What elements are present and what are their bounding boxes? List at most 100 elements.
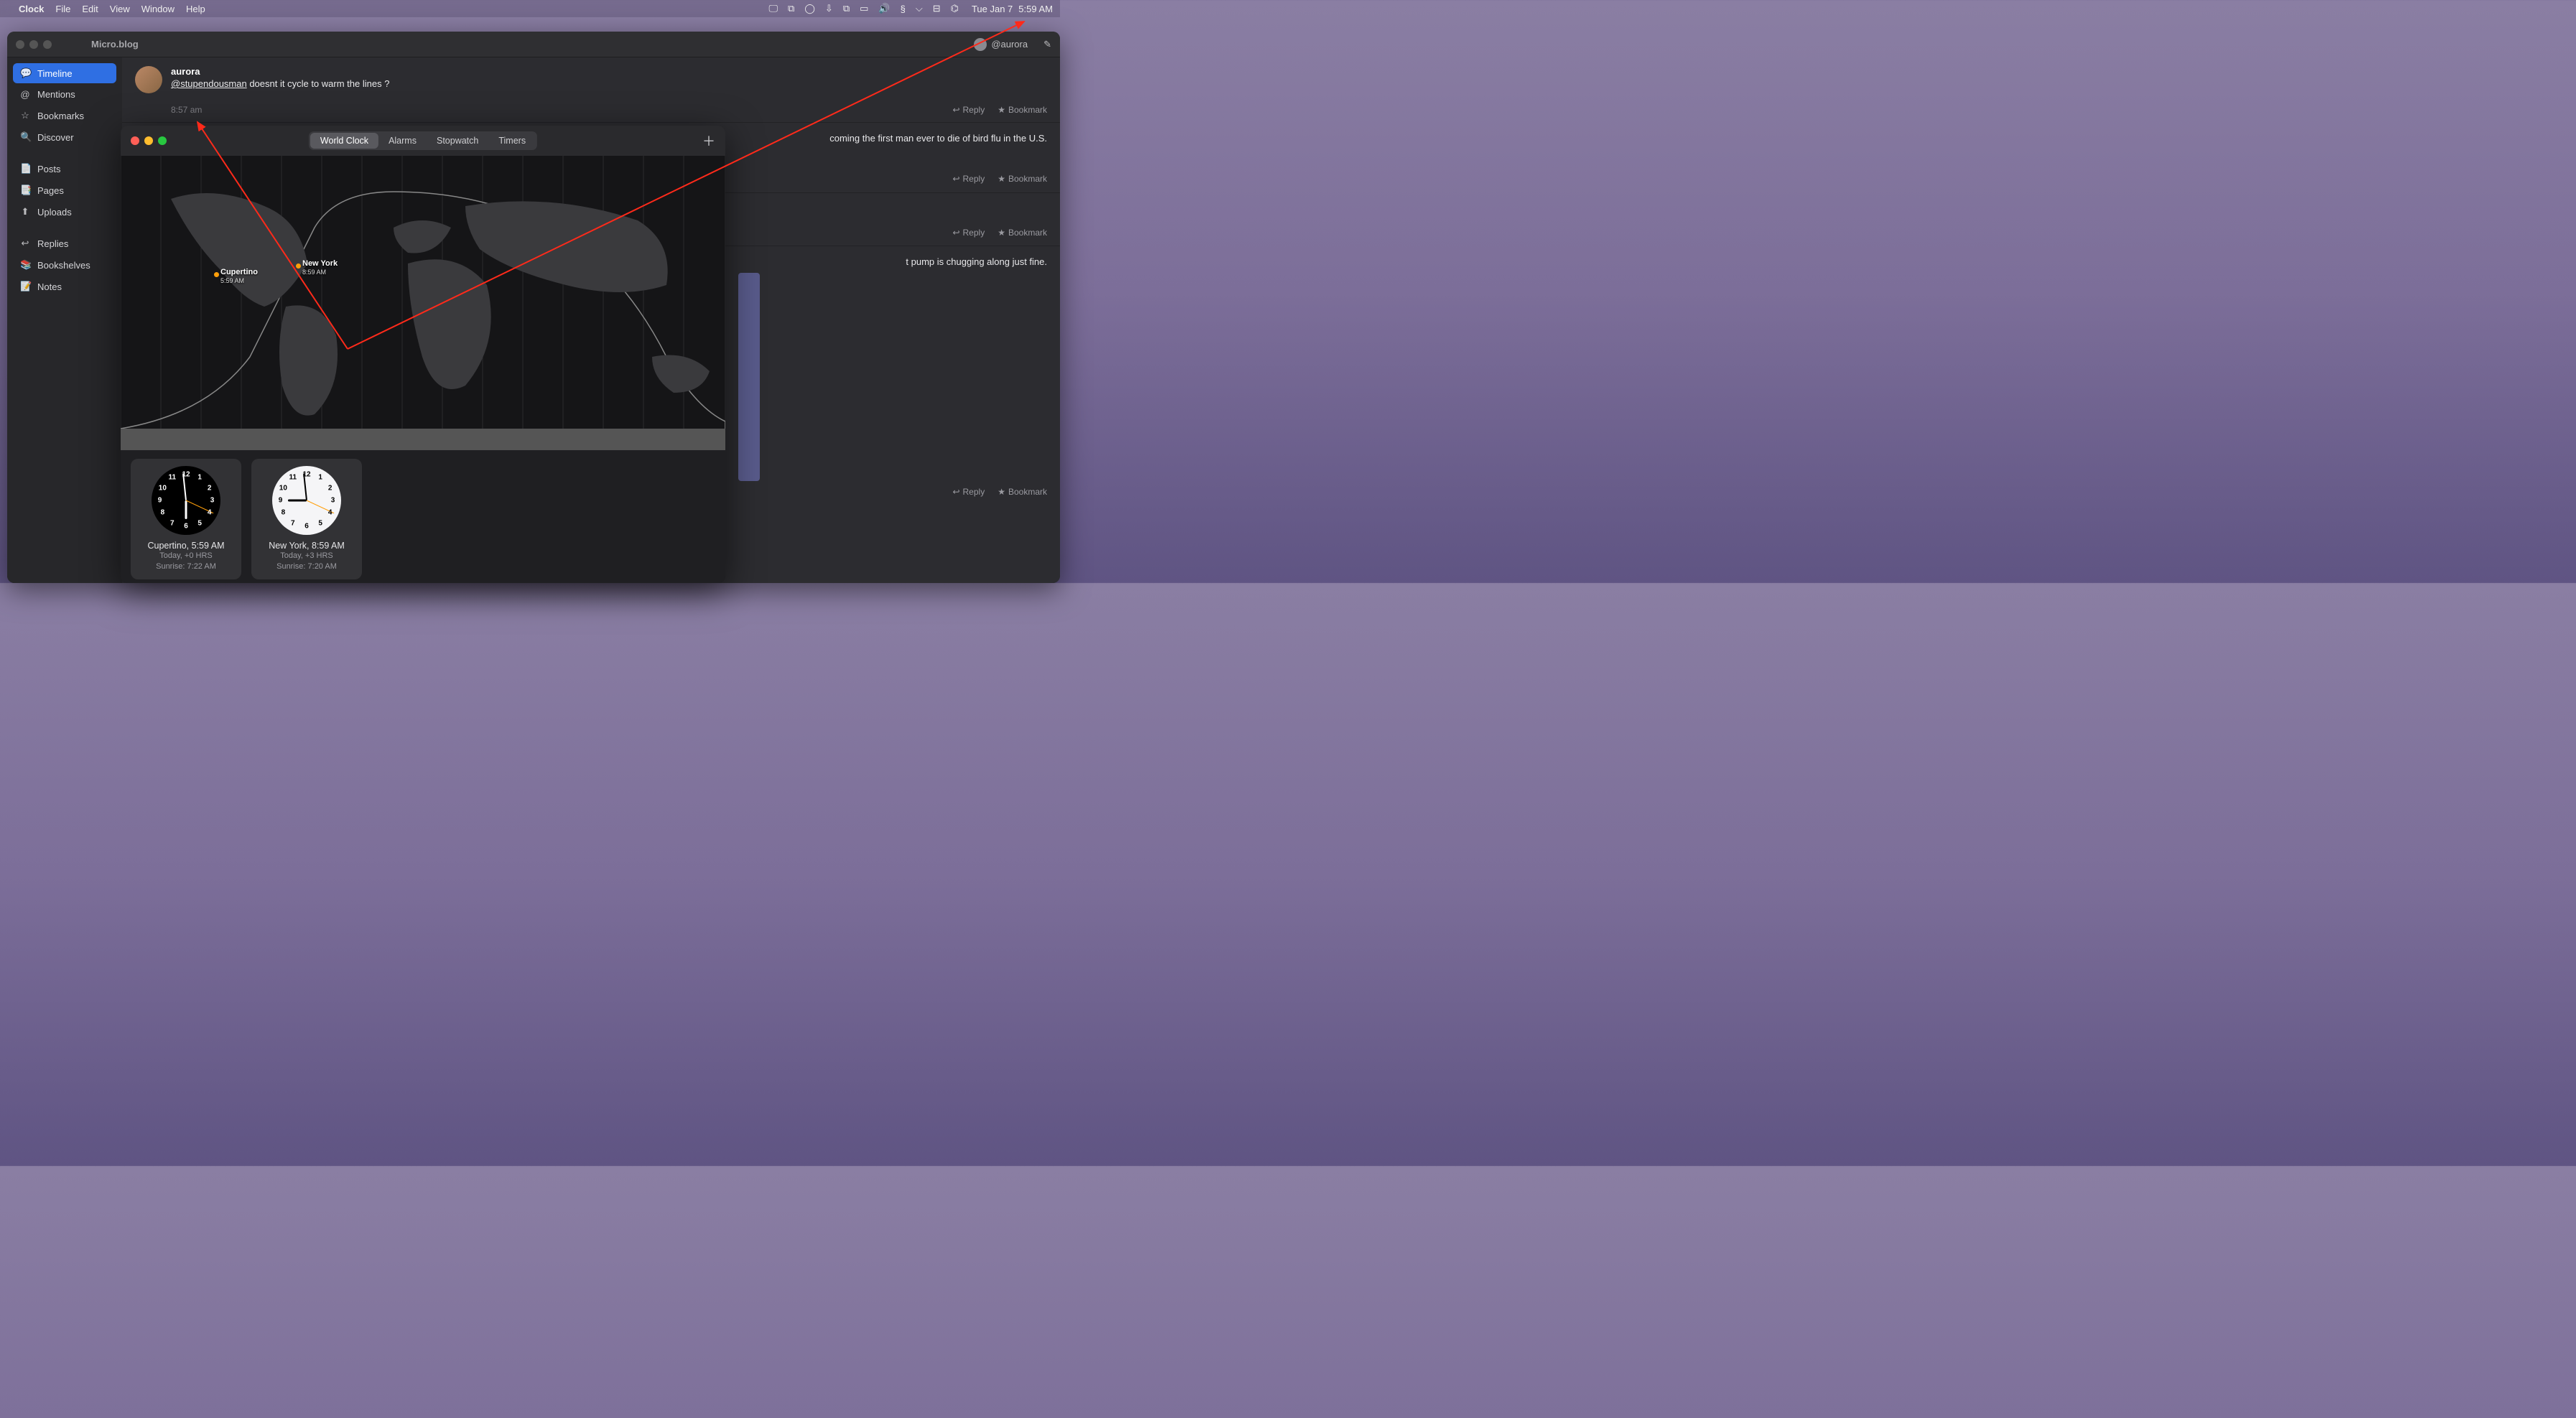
close-button[interactable] xyxy=(16,40,24,49)
clock-card-new-york[interactable]: 12 1 2 3 4 5 6 7 8 9 10 11 New York, 8:5… xyxy=(251,459,362,579)
clock-titlebar: World Clock Alarms Stopwatch Timers ＋ xyxy=(121,126,725,156)
microblog-sidebar: 💬 Timeline @ Mentions ☆ Bookmarks 🔍 Disc… xyxy=(7,57,122,583)
clock-face: 12 1 2 3 4 5 6 7 8 9 10 11 xyxy=(152,466,220,535)
notes-icon: 📝 xyxy=(20,281,30,292)
clock-card-sunrise: Sunrise: 7:22 AM xyxy=(156,561,216,572)
sidebar-label: Timeline xyxy=(37,68,73,79)
menubar-date[interactable]: Tue Jan 7 xyxy=(972,4,1013,14)
sidebar-item-bookmarks[interactable]: ☆ Bookmarks xyxy=(13,106,116,126)
menu-help[interactable]: Help xyxy=(186,4,205,14)
reply-button[interactable]: ↩Reply xyxy=(952,105,985,115)
clock-card-cupertino[interactable]: 12 1 2 3 4 5 6 7 8 9 10 11 Cupertino, 5:… xyxy=(131,459,241,579)
post-mention[interactable]: @stupendousman xyxy=(171,78,247,89)
bookmark-button[interactable]: ★Bookmark xyxy=(998,174,1047,184)
screen-icon[interactable]: 🖵 xyxy=(769,3,778,14)
clock-card-title: Cupertino, 5:59 AM xyxy=(147,541,224,551)
sidebar-label: Discover xyxy=(37,132,74,143)
sidebar-item-pages[interactable]: 📑 Pages xyxy=(13,180,116,200)
post: aurora @stupendousman doesnt it cycle to… xyxy=(122,57,1060,123)
bookmarks-icon: ☆ xyxy=(20,110,30,121)
uploads-icon: ⬆ xyxy=(20,206,30,218)
macos-menubar: Clock File Edit View Window Help 🖵 ⧉ ◯ ⇩… xyxy=(0,0,1060,17)
microblog-title: Micro.blog xyxy=(91,39,139,50)
clock-tabs: World Clock Alarms Stopwatch Timers xyxy=(309,131,537,150)
star-icon: ★ xyxy=(998,487,1005,497)
mirror-icon[interactable]: ⧉ xyxy=(843,3,850,14)
volume-icon[interactable]: 🔊 xyxy=(878,3,890,14)
post-body: @stupendousman doesnt it cycle to warm t… xyxy=(171,78,1047,89)
spotlight-icon[interactable]: ⊟ xyxy=(933,3,941,14)
sidebar-item-replies[interactable]: ↩ Replies xyxy=(13,233,116,253)
menu-file[interactable]: File xyxy=(55,4,70,14)
sidebar-item-discover[interactable]: 🔍 Discover xyxy=(13,127,116,147)
sidebar-label: Mentions xyxy=(37,89,75,100)
post-quote-block xyxy=(738,273,760,481)
maximize-button[interactable] xyxy=(43,40,52,49)
battery-icon[interactable]: ▭ xyxy=(860,3,868,14)
minimize-button[interactable] xyxy=(144,136,153,145)
clock-window: World Clock Alarms Stopwatch Timers ＋ xyxy=(121,126,725,583)
timeline-icon: 💬 xyxy=(20,67,30,79)
tab-timers[interactable]: Timers xyxy=(488,133,536,149)
sidebar-label: Posts xyxy=(37,164,61,174)
sidebar-item-uploads[interactable]: ⬆ Uploads xyxy=(13,202,116,222)
clock-card-title: New York, 8:59 AM xyxy=(269,541,345,551)
star-icon: ★ xyxy=(998,174,1005,184)
sidebar-item-bookshelves[interactable]: 📚 Bookshelves xyxy=(13,255,116,275)
post-timestamp[interactable]: 8:57 am xyxy=(171,105,202,115)
tab-stopwatch[interactable]: Stopwatch xyxy=(427,133,488,149)
bookmark-button[interactable]: ★Bookmark xyxy=(998,487,1047,497)
tab-alarms[interactable]: Alarms xyxy=(378,133,427,149)
control-center-icon[interactable]: ⌬ xyxy=(951,3,959,14)
menubar-app-name[interactable]: Clock xyxy=(19,4,44,14)
sidebar-item-notes[interactable]: 📝 Notes xyxy=(13,276,116,297)
menu-window[interactable]: Window xyxy=(141,4,175,14)
add-city-button[interactable]: ＋ xyxy=(702,131,715,150)
compose-icon[interactable]: ✎ xyxy=(1043,39,1051,50)
discover-icon: 🔍 xyxy=(20,131,30,143)
map-label-cupertino: Cupertino5:59 AM xyxy=(220,268,258,285)
sidebar-item-timeline[interactable]: 💬 Timeline xyxy=(13,63,116,83)
pages-icon: 📑 xyxy=(20,185,30,196)
reply-button[interactable]: ↩Reply xyxy=(952,174,985,184)
sidebar-item-posts[interactable]: 📄 Posts xyxy=(13,159,116,179)
reply-button[interactable]: ↩Reply xyxy=(952,228,985,238)
menu-edit[interactable]: Edit xyxy=(82,4,98,14)
sidebar-label: Notes xyxy=(37,281,62,292)
close-button[interactable] xyxy=(131,136,139,145)
world-clock-map[interactable]: Cupertino5:59 AM New York8:59 AM xyxy=(121,156,725,450)
bookshelves-icon: 📚 xyxy=(20,259,30,271)
reply-button[interactable]: ↩Reply xyxy=(952,487,985,497)
reply-icon: ↩ xyxy=(952,487,959,497)
clock-card-offset: Today, +3 HRS xyxy=(280,551,333,561)
clock-card-sunrise: Sunrise: 7:20 AM xyxy=(276,561,337,572)
menu-view[interactable]: View xyxy=(110,4,130,14)
sidebar-label: Bookmarks xyxy=(37,111,84,121)
bookmark-button[interactable]: ★Bookmark xyxy=(998,105,1047,115)
tab-world-clock[interactable]: World Clock xyxy=(310,133,378,149)
clock-card-offset: Today, +0 HRS xyxy=(159,551,212,561)
sidebar-label: Replies xyxy=(37,238,68,249)
menubar-time[interactable]: 5:59 AM xyxy=(1018,4,1053,14)
user-avatar[interactable] xyxy=(974,38,987,51)
minimize-button[interactable] xyxy=(29,40,38,49)
tray-icon[interactable]: ⧉ xyxy=(788,3,794,14)
map-pin-cupertino[interactable] xyxy=(214,272,219,277)
download-icon[interactable]: ⇩ xyxy=(825,3,833,14)
bookmark-button[interactable]: ★Bookmark xyxy=(998,228,1047,238)
post-author[interactable]: aurora xyxy=(171,66,1047,77)
user-icon[interactable]: ◯ xyxy=(804,3,815,14)
wifi-icon[interactable]: ⌵ xyxy=(916,3,923,14)
bluetooth-icon[interactable]: § xyxy=(901,4,906,14)
sidebar-label: Bookshelves xyxy=(37,260,90,271)
microblog-titlebar: Micro.blog @aurora ✎ xyxy=(7,32,1060,57)
map-label-new-york: New York8:59 AM xyxy=(302,259,338,276)
post-avatar[interactable] xyxy=(135,66,162,93)
sidebar-item-mentions[interactable]: @ Mentions xyxy=(13,85,116,104)
mentions-icon: @ xyxy=(20,89,30,100)
user-handle[interactable]: @aurora xyxy=(991,39,1028,50)
map-pin-new-york[interactable] xyxy=(296,263,301,269)
maximize-button[interactable] xyxy=(158,136,167,145)
sidebar-label: Pages xyxy=(37,185,64,196)
clock-traffic-lights xyxy=(131,136,167,145)
